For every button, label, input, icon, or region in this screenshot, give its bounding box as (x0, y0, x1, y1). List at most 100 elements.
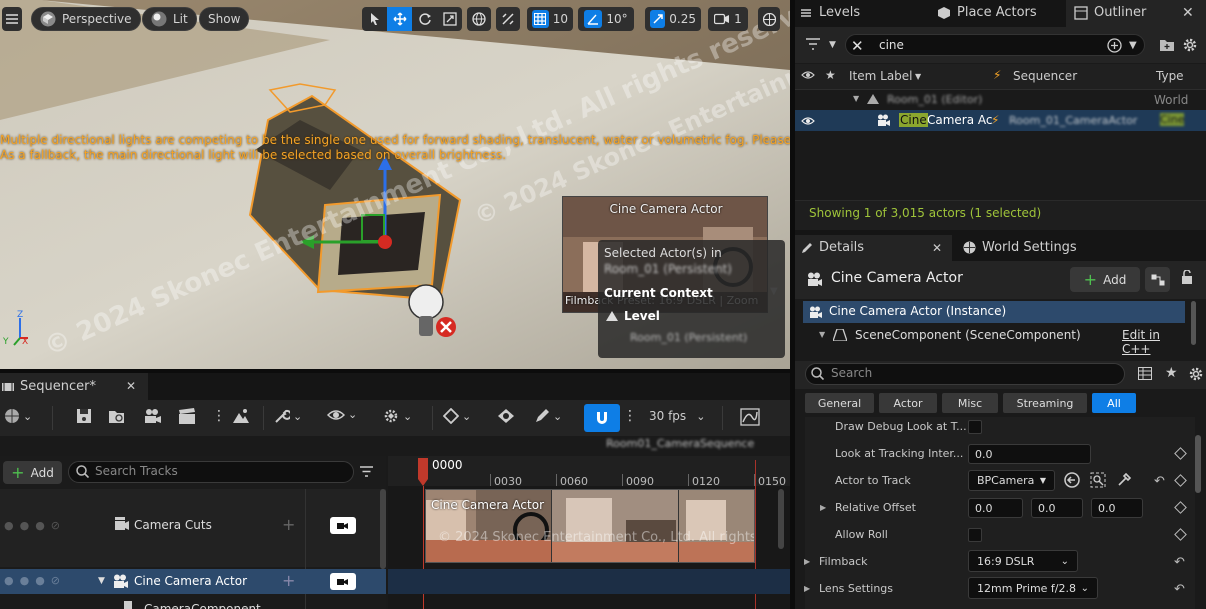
viewport-menu-button[interactable] (2, 7, 22, 31)
tree-row-world[interactable]: ▼ Room_01 (Editor) World (795, 90, 1206, 110)
scale-snap-button[interactable]: 0.25 (645, 7, 701, 31)
expand-arrow-icon[interactable]: ▼ (819, 330, 825, 339)
use-selected-icon[interactable] (1064, 472, 1080, 488)
filter-tab-general[interactable]: General (805, 393, 874, 413)
column-sequencer[interactable]: Sequencer (1013, 69, 1077, 83)
allow-roll-checkbox[interactable] (968, 528, 982, 542)
track-filter-icon[interactable] (359, 465, 374, 478)
render-movie-button[interactable] (178, 408, 196, 424)
snap-options-icon[interactable]: ⋮ (623, 408, 637, 424)
offset-z-field[interactable]: 0.0 (1091, 498, 1143, 518)
edit-cpp-link[interactable]: Edit in C++ (1122, 328, 1185, 356)
context-level-dropdown[interactable]: Room_01 (Persistent) (630, 331, 747, 344)
close-sequencer-icon[interactable]: ✕ (126, 379, 136, 393)
tab-sequencer[interactable]: Sequencer* (2, 379, 96, 394)
filter-tab-actor[interactable]: Actor (879, 393, 937, 413)
timeline-scrollbar[interactable] (778, 489, 784, 549)
column-type[interactable]: Type (1156, 69, 1184, 83)
edit-mode-button[interactable]: ⌄ (534, 408, 562, 424)
level-viewport[interactable]: Z Y X © 2024 Skonec Entertainment Co., L… (0, 0, 790, 369)
more-options-icon[interactable]: ⋮ (212, 408, 226, 424)
viewport-layout-button[interactable] (758, 7, 780, 31)
offset-y-field[interactable]: 0.0 (1031, 498, 1083, 518)
grid-snap-button[interactable]: 10 (527, 7, 573, 31)
filmback-combo[interactable]: 16:9 DSLR ⌄ (968, 550, 1078, 572)
details-scrollbar[interactable] (1195, 435, 1201, 493)
reset-arrow-icon[interactable]: ↶ (1174, 582, 1185, 597)
create-camera-button[interactable] (144, 408, 162, 424)
new-folder-icon[interactable] (1159, 38, 1175, 52)
auto-key-button[interactable] (497, 408, 515, 424)
camera-speed-button[interactable]: 1 (708, 7, 748, 31)
key-interpolation-button[interactable]: ⌄ (443, 408, 471, 424)
frame-rate-button[interactable]: 30 fps ⌄ (649, 409, 705, 423)
lock-icon[interactable] (1181, 270, 1193, 284)
add-track-button[interactable]: + Add (3, 461, 62, 484)
track-scrollbar[interactable] (380, 489, 386, 569)
favorites-star-icon[interactable]: ★ (1165, 365, 1178, 381)
reset-arrow-icon[interactable]: ↶ (1174, 555, 1185, 570)
world-local-button[interactable] (467, 7, 491, 31)
timeline-row-cine-camera[interactable] (388, 569, 790, 594)
tab-levels[interactable]: Levels (799, 5, 860, 20)
select-tool-button[interactable] (362, 7, 387, 31)
lens-settings-combo[interactable]: 12mm Prime f/2.8 ⌄ (968, 577, 1098, 599)
find-in-browser-button[interactable] (108, 408, 126, 424)
camera-lock-button[interactable] (330, 573, 356, 590)
column-item-label[interactable]: Item Label (849, 69, 913, 83)
add-component-button[interactable]: + Add (1070, 267, 1140, 292)
browse-icon[interactable] (1090, 472, 1106, 488)
component-scrollbar[interactable] (1191, 301, 1196, 345)
tree-row-cine-camera[interactable]: Cine Camera Ac ⚡ Room_01_CameraActor Cin… (795, 110, 1206, 131)
component-row-scene[interactable]: ▼ SceneComponent (SceneComponent) Edit i… (803, 325, 1185, 356)
camera-lock-button[interactable] (330, 517, 356, 534)
sort-descending-icon[interactable]: ▼ (915, 72, 921, 81)
expand-arrow-icon[interactable]: ▼ (853, 94, 859, 103)
keyframe-options-button[interactable]: ⌄ (382, 408, 412, 424)
filter-dropdown-icon[interactable]: ▼ (829, 40, 836, 50)
translate-tool-button[interactable] (387, 7, 412, 31)
expand-arrow-icon[interactable]: ▶ (804, 557, 810, 566)
close-details-icon[interactable]: ✕ (932, 241, 942, 255)
add-section-icon[interactable]: + (282, 571, 295, 590)
camera-cut-section[interactable]: Cine Camera Actor © 2024 Skonec Entertai… (425, 489, 755, 563)
expand-arrow-icon[interactable]: ▶ (804, 584, 810, 593)
tab-world-settings[interactable]: World Settings (963, 240, 1077, 255)
expand-arrow-icon[interactable]: ▼ (98, 576, 105, 586)
rotate-tool-button[interactable] (412, 7, 437, 31)
sequence-name-breadcrumb[interactable]: Room01_CameraSequence (606, 437, 754, 450)
panel-splitter[interactable] (790, 0, 795, 609)
visibility-eye-icon[interactable] (801, 116, 815, 126)
look-at-tracking-field[interactable]: 0.0 (968, 444, 1091, 464)
search-options-icon[interactable]: ▼ (1129, 40, 1137, 51)
component-row-instance[interactable]: Cine Camera Actor (Instance) (803, 301, 1185, 323)
view-options-button[interactable]: ⌄ (327, 408, 357, 421)
save-sequence-button[interactable] (76, 408, 92, 424)
tab-place-actors[interactable]: Place Actors (937, 5, 1037, 20)
draw-debug-checkbox[interactable] (968, 420, 982, 434)
details-settings-icon[interactable] (1188, 366, 1204, 382)
view-mode-button[interactable]: Lit (142, 7, 197, 31)
property-matrix-icon[interactable] (1138, 367, 1152, 380)
settings-gear-icon[interactable] (1182, 37, 1198, 53)
tab-details[interactable]: Details (801, 240, 864, 255)
blueprint-button[interactable] (1145, 267, 1170, 292)
landscape-button[interactable] (232, 408, 250, 424)
filter-tab-misc[interactable]: Misc (942, 393, 998, 413)
offset-x-field[interactable]: 0.0 (968, 498, 1023, 518)
world-context-button[interactable]: ⌄ (4, 408, 32, 424)
add-section-icon[interactable]: + (282, 515, 295, 534)
filter-icon[interactable] (805, 37, 823, 51)
actor-to-track-combo[interactable]: BPCamera ▼ (968, 470, 1055, 491)
perspective-button[interactable]: Perspective (31, 7, 141, 31)
snap-toggle-button[interactable] (584, 404, 620, 432)
curve-editor-button[interactable] (740, 408, 760, 426)
filter-tab-all[interactable]: All (1092, 393, 1136, 413)
scale-tool-button[interactable] (437, 7, 462, 31)
tools-button[interactable]: ⌄ (274, 408, 302, 424)
favorite-column-icon[interactable]: ★ (825, 68, 836, 82)
reset-arrow-icon[interactable]: ↶ (1154, 474, 1165, 489)
filter-tab-streaming[interactable]: Streaming (1003, 393, 1087, 413)
visibility-column-icon[interactable] (801, 70, 815, 80)
rotation-snap-button[interactable]: 10° (578, 7, 634, 31)
